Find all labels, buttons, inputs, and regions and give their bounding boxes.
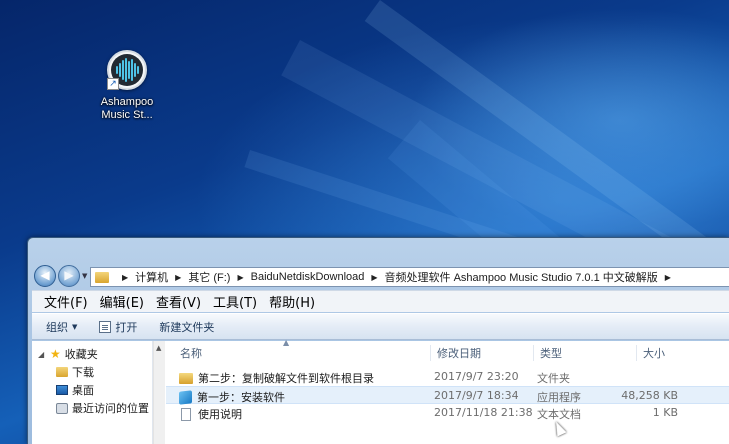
nav-desktop[interactable]: 桌面 [56, 382, 94, 398]
menu-tools[interactable]: 工具(T) [213, 292, 257, 311]
desktop-shortcut-ashampoo[interactable]: ↗ Ashampoo Music St... [92, 50, 162, 122]
nav-favorites-label: 收藏夹 [64, 348, 98, 361]
nav-downloads[interactable]: 下载 [56, 364, 94, 380]
star-icon: ★ [50, 347, 61, 361]
file-name: 第一步：安装软件 [197, 391, 285, 404]
organize-label: 组织 [46, 320, 68, 334]
file-row-selected[interactable]: 第一步：安装软件 2017/9/7 18:34 应用程序 48,258 KB [166, 386, 729, 405]
file-row[interactable]: 第二步：复制破解文件到软件根目录 2017/9/7 23:20 文件夹 [166, 368, 729, 386]
column-size[interactable]: 大小 [636, 345, 706, 361]
folder-icon [179, 372, 193, 384]
file-name-cell: 使用说明 [179, 406, 242, 422]
menu-help[interactable]: 帮助(H) [269, 292, 315, 311]
menu-bar: 文件(F) 编辑(E) 查看(V) 工具(T) 帮助(H) [32, 290, 729, 312]
file-name: 使用说明 [198, 408, 242, 421]
recent-places-icon [56, 402, 68, 414]
file-list: ▲ 名称 修改日期 类型 大小 第二步：复制破解文件到软件根目录 2017/9/… [166, 338, 729, 444]
breadcrumb-separator-icon[interactable]: ▶ [371, 273, 377, 282]
recent-pages-dropdown[interactable]: ▼ [82, 272, 87, 280]
file-type: 文件夹 [537, 372, 570, 385]
open-label: 打开 [115, 320, 138, 334]
window-title-bar[interactable] [28, 238, 729, 262]
scroll-up-icon[interactable]: ▲ [156, 344, 161, 352]
command-bar: 组织 ▼ 打开 新建文件夹 [32, 313, 729, 340]
new-folder-button[interactable]: 新建文件夹 [159, 319, 214, 335]
breadcrumb-computer[interactable]: 计算机 [135, 269, 168, 285]
desktop-icon-label: Ashampoo Music St... [100, 96, 154, 121]
folder-icon [95, 271, 109, 283]
nav-favorites[interactable]: ◢ ★ 收藏夹 [38, 346, 98, 362]
navigation-pane: ◢ ★ 收藏夹 下载 桌面 最近访问的位置 [32, 341, 153, 444]
file-type: 应用程序 [537, 391, 581, 404]
ashampoo-music-studio-icon: ↗ [107, 50, 147, 90]
new-folder-label: 新建文件夹 [159, 320, 215, 334]
nav-recent-places[interactable]: 最近访问的位置 [56, 400, 149, 416]
breadcrumb-current-folder[interactable]: 音频处理软件 Ashampoo Music Studio 7.0.1 中文破解版 [385, 269, 658, 285]
menu-view[interactable]: 查看(V) [156, 292, 201, 311]
file-name: 第二步：复制破解文件到软件根目录 [198, 372, 374, 385]
open-button[interactable]: 打开 [99, 319, 137, 335]
desktop-icon [56, 385, 68, 395]
explorer-window: ◀ ▶ ▼ ▶ 计算机 ▶ 其它 (F:) ▶ BaiduNetdiskDown… [27, 237, 729, 444]
nav-recent-label: 最近访问的位置 [72, 402, 149, 415]
back-button[interactable]: ◀ [34, 265, 56, 287]
open-icon [99, 320, 112, 333]
explorer-content: ◢ ★ 收藏夹 下载 桌面 最近访问的位置 ▲ ▲ 名称 修改日期 类型 大小 … [32, 338, 729, 444]
navigation-bar: ◀ ▶ ▼ ▶ 计算机 ▶ 其它 (F:) ▶ BaiduNetdiskDown… [32, 264, 729, 288]
breadcrumb-separator-icon[interactable]: ▶ [665, 273, 671, 282]
organize-button[interactable]: 组织 ▼ [46, 319, 77, 335]
menu-file[interactable]: 文件(F) [44, 292, 88, 311]
breadcrumb-download-folder[interactable]: BaiduNetdiskDownload [251, 271, 365, 283]
file-size: 48,258 KB [621, 389, 678, 402]
address-bar[interactable]: ▶ 计算机 ▶ 其它 (F:) ▶ BaiduNetdiskDownload ▶… [90, 267, 729, 287]
breadcrumb-drive[interactable]: 其它 (F:) [188, 269, 230, 285]
breadcrumb-separator-icon[interactable]: ▶ [175, 273, 181, 282]
menu-edit[interactable]: 编辑(E) [100, 292, 144, 311]
file-name-cell: 第一步：安装软件 [179, 389, 285, 405]
column-type[interactable]: 类型 [533, 345, 636, 361]
column-name[interactable]: 名称 [174, 345, 390, 361]
installer-icon [179, 389, 192, 405]
expand-arrow-icon[interactable]: ◢ [38, 350, 46, 359]
shortcut-arrow-icon: ↗ [107, 78, 119, 90]
file-size: 1 KB [652, 406, 678, 419]
column-date-modified[interactable]: 修改日期 [430, 345, 533, 361]
nav-downloads-label: 下载 [72, 366, 94, 379]
chevron-down-icon: ▼ [72, 322, 78, 331]
navigation-pane-scrollbar[interactable]: ▲ [153, 341, 165, 444]
nav-desktop-label: 桌面 [72, 384, 94, 397]
file-date: 2017/11/18 21:38 [434, 406, 533, 419]
file-row[interactable]: 使用说明 2017/11/18 21:38 文本文档 1 KB [166, 404, 729, 422]
download-folder-icon [56, 367, 68, 377]
file-date: 2017/9/7 23:20 [434, 370, 519, 383]
breadcrumb-separator-icon[interactable]: ▶ [237, 273, 243, 282]
file-date: 2017/9/7 18:34 [434, 389, 519, 402]
text-file-icon [181, 407, 191, 421]
file-name-cell: 第二步：复制破解文件到软件根目录 [179, 370, 374, 386]
breadcrumb-separator-icon[interactable]: ▶ [122, 273, 128, 282]
forward-button[interactable]: ▶ [58, 265, 80, 287]
column-header-row: ▲ 名称 修改日期 类型 大小 [166, 338, 729, 361]
